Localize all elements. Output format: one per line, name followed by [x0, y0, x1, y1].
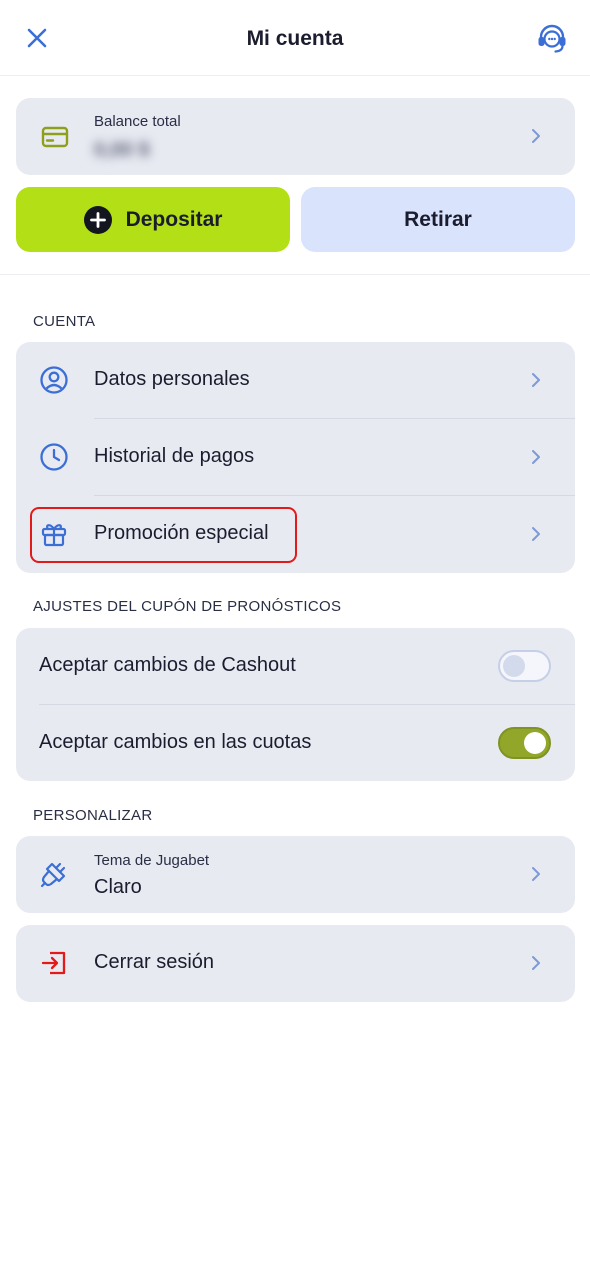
menu-item-label: Historial de pagos	[94, 445, 255, 467]
menu-item-personal-data[interactable]: Datos personales	[16, 342, 575, 419]
balance-card[interactable]: Balance total 0,00 $	[16, 98, 575, 175]
paintbrush-icon	[40, 862, 66, 888]
cashout-changes-toggle[interactable]	[498, 650, 551, 682]
chevron-right-icon	[532, 867, 540, 881]
chevron-right-icon	[532, 373, 540, 387]
odds-changes-toggle[interactable]	[498, 727, 551, 759]
section-label-customize: PERSONALIZAR	[33, 807, 153, 824]
deposit-label: Depositar	[125, 207, 223, 231]
withdraw-button[interactable]: Retirar	[301, 187, 575, 252]
chevron-right-icon	[532, 450, 540, 464]
theme-label: Tema de Jugabet	[94, 852, 210, 869]
clock-icon	[40, 443, 68, 471]
theme-setting-card[interactable]: Tema de Jugabet Claro	[16, 836, 575, 913]
section-divider	[0, 274, 590, 275]
menu-item-special-promotion[interactable]: Promoción especial	[16, 496, 575, 573]
plus-circle-icon	[83, 205, 112, 234]
gift-icon	[41, 524, 67, 547]
top-bar: Mi cuenta	[0, 0, 590, 76]
chevron-right-icon	[532, 956, 540, 970]
support-headset-icon[interactable]	[535, 22, 569, 56]
logout-icon	[41, 951, 66, 975]
credit-card-icon	[41, 126, 69, 148]
theme-value: Claro	[94, 876, 142, 898]
menu-item-payment-history[interactable]: Historial de pagos	[16, 419, 575, 496]
balance-value: 0,00 $	[94, 139, 150, 161]
logout-card: Cerrar sesión	[16, 925, 575, 1002]
page-title: Mi cuenta	[246, 27, 344, 50]
logout-button[interactable]: Cerrar sesión	[16, 925, 575, 1002]
chevron-right-icon	[532, 129, 540, 143]
account-menu-card: Datos personales Historial de pagos Prom…	[16, 342, 575, 573]
chevron-right-icon	[532, 527, 540, 541]
setting-label: Aceptar cambios de Cashout	[39, 654, 296, 676]
menu-item-label: Datos personales	[94, 368, 250, 390]
user-circle-icon	[40, 366, 68, 394]
setting-label: Aceptar cambios en las cuotas	[39, 731, 312, 753]
logout-label: Cerrar sesión	[94, 951, 215, 973]
setting-odds-changes: Aceptar cambios en las cuotas	[16, 705, 575, 782]
toggle-knob	[503, 655, 525, 677]
deposit-button[interactable]: Depositar	[16, 187, 290, 252]
setting-cashout-changes: Aceptar cambios de Cashout	[16, 628, 575, 705]
withdraw-label: Retirar	[404, 207, 472, 231]
menu-item-label: Promoción especial	[94, 522, 269, 544]
section-label-coupon-settings: AJUSTES DEL CUPÓN DE PRONÓSTICOS	[33, 598, 342, 615]
section-label-account: CUENTA	[33, 313, 96, 330]
coupon-settings-card: Aceptar cambios de Cashout Aceptar cambi…	[16, 628, 575, 781]
balance-label: Balance total	[94, 113, 181, 130]
toggle-knob	[524, 732, 546, 754]
